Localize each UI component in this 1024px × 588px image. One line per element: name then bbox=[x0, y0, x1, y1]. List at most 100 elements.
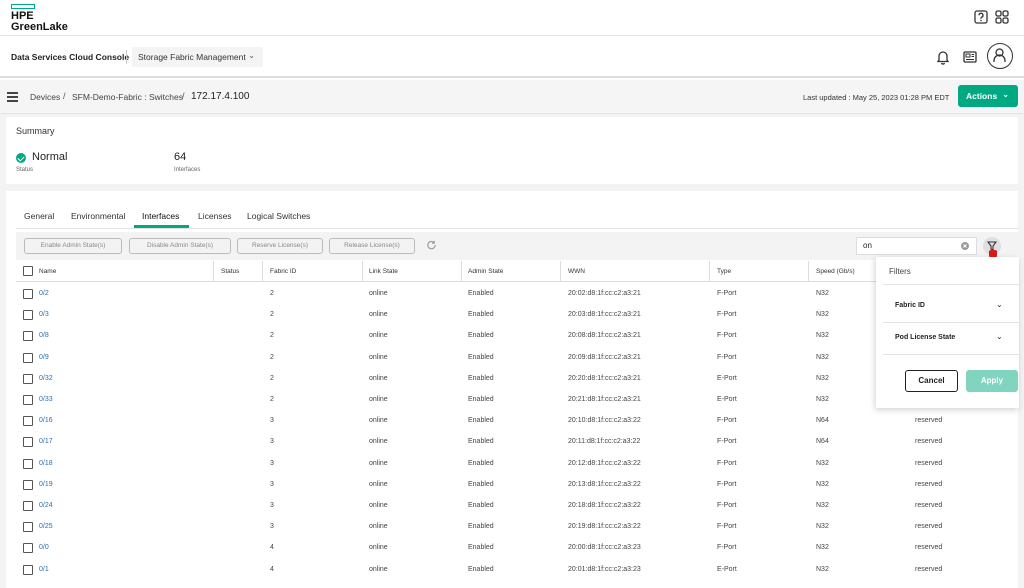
row-checkbox[interactable] bbox=[23, 522, 33, 533]
table-row[interactable]: 0/18 3 online Enabled 20:12:d8:1f:cc:c2:a3:2… bbox=[16, 454, 1018, 475]
table-row[interactable]: 0/2 2 online Enabled 20:02:d8:1f:cc:c2:a3:21… bbox=[16, 284, 1018, 305]
table-row[interactable]: 0/3 2 online Enabled 20:03:d8:1f:cc:c2:a3:21… bbox=[16, 305, 1018, 326]
row-checkbox[interactable] bbox=[23, 437, 33, 448]
row-checkbox[interactable] bbox=[23, 331, 33, 342]
actions-button[interactable]: Actions ⌄ bbox=[958, 85, 1018, 107]
column-admin-state[interactable]: Admin State bbox=[468, 268, 503, 275]
column-divider bbox=[362, 261, 363, 281]
row-name[interactable]: 0/16 bbox=[39, 417, 53, 424]
row-checkbox[interactable] bbox=[23, 543, 33, 554]
tab-environmental[interactable]: Environmental bbox=[71, 211, 125, 221]
help-icon[interactable] bbox=[973, 9, 989, 25]
table-row[interactable]: 0/9 2 online Enabled 20:09:d8:1f:cc:c2:a3:21… bbox=[16, 348, 1018, 369]
row-speed: N32 bbox=[816, 396, 829, 403]
row-checkbox[interactable] bbox=[23, 501, 33, 511]
column-wwn[interactable]: WWN bbox=[568, 268, 585, 275]
row-checkbox[interactable] bbox=[23, 352, 33, 363]
table-row[interactable]: 0/17 3 online Enabled 20:11:d8:1f:cc:c2:a3:2… bbox=[16, 432, 1018, 453]
enable-admin-state-button[interactable]: Enable Admin State(s) bbox=[24, 238, 122, 254]
newspaper-icon[interactable] bbox=[962, 49, 978, 65]
hpe-logo[interactable]: HPE GreenLake bbox=[11, 4, 68, 33]
row-name[interactable]: 0/2 bbox=[39, 290, 49, 297]
row-link-state: online bbox=[369, 459, 388, 467]
column-name[interactable]: Name bbox=[39, 268, 56, 275]
row-admin-state: Enabled bbox=[468, 290, 494, 297]
tab-interfaces[interactable]: Interfaces bbox=[142, 211, 179, 221]
row-wwn: 20:09:d8:1f:cc:c2:a3:21 bbox=[568, 353, 641, 361]
chevron-down-icon[interactable]: ⌄ bbox=[996, 300, 1003, 309]
row-checkbox[interactable] bbox=[23, 395, 33, 405]
row-wwn: 20:01:d8:1f:cc:c2:a3:23 bbox=[568, 565, 641, 573]
menu-icon[interactable] bbox=[7, 92, 18, 102]
chevron-down-icon[interactable]: ⌄ bbox=[996, 332, 1003, 341]
row-checkbox[interactable] bbox=[23, 289, 33, 299]
refresh-icon[interactable] bbox=[426, 240, 437, 251]
table-row[interactable]: 0/16 3 online Enabled 20:10:d8:1f:cc:c2:a3:2… bbox=[16, 411, 1018, 432]
table-row[interactable]: 0/19 3 online Enabled 20:13:d8:1f:cc:c2:a3:2… bbox=[16, 475, 1018, 496]
table-row[interactable]: 0/1 4 online Enabled 20:01:d8:1f:cc:c2:a3:23… bbox=[16, 560, 1018, 581]
row-checkbox[interactable] bbox=[23, 373, 33, 384]
row-name[interactable]: 0/3 bbox=[39, 311, 49, 318]
row-name[interactable]: 0/25 bbox=[39, 523, 53, 530]
row-name[interactable]: 0/17 bbox=[39, 438, 53, 445]
filter-fabric-id[interactable]: Fabric ID bbox=[895, 302, 925, 309]
table-row[interactable]: 0/32 2 online Enabled 20:20:d8:1f:cc:c2:a3:2… bbox=[16, 369, 1018, 390]
table-row[interactable]: 0/25 3 online Enabled 20:19:d8:1f:cc:c2:a3:2… bbox=[16, 517, 1018, 538]
table-row[interactable]: 0/33 2 online Enabled 20:21:d8:1f:cc:c2:a3:2… bbox=[16, 390, 1018, 411]
row-fabric-id: 3 bbox=[270, 438, 274, 446]
disable-admin-state-button[interactable]: Disable Admin State(s) bbox=[129, 238, 231, 254]
row-name[interactable]: 0/0 bbox=[39, 544, 49, 551]
row-fabric-id: 2 bbox=[270, 311, 274, 319]
table-row[interactable]: 0/24 3 online Enabled 20:18:d8:1f:cc:c2:a3:2… bbox=[16, 496, 1018, 517]
search-input[interactable]: on bbox=[856, 237, 977, 255]
filter-pod-license-state[interactable]: Pod License State bbox=[895, 334, 955, 341]
select-all-checkbox[interactable] bbox=[23, 266, 33, 276]
row-admin-state: Enabled bbox=[468, 417, 494, 425]
column-speed[interactable]: Speed (Gb/s) bbox=[816, 268, 855, 275]
user-avatar-icon[interactable] bbox=[987, 43, 1013, 69]
row-name[interactable]: 0/19 bbox=[39, 481, 53, 488]
release-license-button[interactable]: Release License(s) bbox=[329, 238, 415, 254]
row-checkbox[interactable] bbox=[23, 458, 33, 469]
column-fabric-id[interactable]: Fabric ID bbox=[270, 268, 296, 275]
reserve-license-button[interactable]: Reserve License(s) bbox=[237, 238, 323, 254]
tab-licenses[interactable]: Licenses bbox=[198, 211, 232, 221]
logo-line2: GreenLake bbox=[11, 21, 68, 33]
row-checkbox[interactable] bbox=[23, 479, 33, 490]
apply-button[interactable]: Apply bbox=[966, 370, 1018, 392]
row-name[interactable]: 0/18 bbox=[39, 460, 53, 467]
tab-general[interactable]: General bbox=[24, 211, 54, 221]
cancel-button[interactable]: Cancel bbox=[905, 370, 958, 392]
row-wwn: 20:13:d8:1f:cc:c2:a3:22 bbox=[568, 480, 641, 488]
row-fabric-id: 3 bbox=[270, 523, 274, 531]
row-name[interactable]: 0/24 bbox=[39, 502, 53, 509]
row-name[interactable]: 0/33 bbox=[39, 396, 53, 403]
filters-divider bbox=[883, 354, 1019, 355]
row-fabric-id: 2 bbox=[270, 374, 274, 382]
breadcrumb-switches[interactable]: SFM-Demo-Fabric : Switches bbox=[72, 92, 183, 102]
row-checkbox[interactable] bbox=[23, 564, 33, 575]
table-row[interactable]: 0/0 4 online Enabled 20:00:d8:1f:cc:c2:a3:23… bbox=[16, 538, 1018, 559]
row-speed: N32 bbox=[816, 290, 829, 297]
clear-icon[interactable] bbox=[961, 242, 969, 250]
row-name[interactable]: 0/32 bbox=[39, 375, 53, 382]
row-name[interactable]: 0/1 bbox=[39, 566, 49, 573]
column-type[interactable]: Type bbox=[717, 268, 731, 275]
row-admin-state: Enabled bbox=[468, 480, 494, 488]
apps-grid-icon[interactable] bbox=[994, 9, 1010, 25]
app-selector[interactable]: Storage Fabric Management ⌄ bbox=[132, 47, 263, 67]
row-name[interactable]: 0/9 bbox=[39, 354, 49, 361]
bell-icon[interactable] bbox=[935, 49, 951, 65]
row-name[interactable]: 0/8 bbox=[39, 332, 49, 339]
console-title[interactable]: Data Services Cloud Console bbox=[11, 52, 129, 62]
row-checkbox[interactable] bbox=[23, 310, 33, 321]
column-link-state[interactable]: Link State bbox=[369, 268, 398, 275]
row-type: F-Port bbox=[717, 353, 737, 361]
breadcrumb-bar: Devices / SFM-Demo-Fabric : Switches / 1… bbox=[0, 80, 1024, 114]
filters-title: Filters bbox=[889, 267, 911, 276]
column-status[interactable]: Status bbox=[221, 268, 239, 275]
row-checkbox[interactable] bbox=[23, 416, 33, 427]
table-row[interactable]: 0/8 2 online Enabled 20:08:d8:1f:cc:c2:a3:21… bbox=[16, 326, 1018, 347]
tab-logical-switches[interactable]: Logical Switches bbox=[247, 211, 310, 221]
breadcrumb-devices[interactable]: Devices bbox=[30, 92, 60, 102]
